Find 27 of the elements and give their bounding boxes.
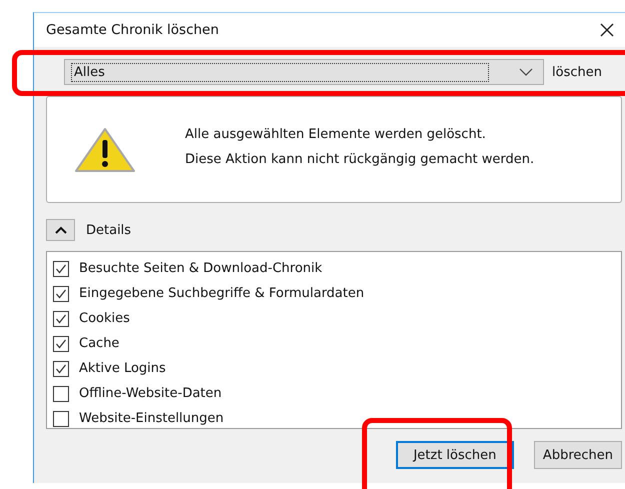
warning-text: Alle ausgewählten Elemente werden gelöscht. [185, 126, 487, 144]
warning-text: Diese Aktion kann nicht rückgängig gemacht werden. [185, 150, 536, 168]
clear-now-button[interactable]: Jetzt löschen [396, 441, 514, 469]
checkbox[interactable] [53, 310, 69, 326]
window-title: Gesamte Chronik löschen [46, 22, 219, 38]
checkbox[interactable] [53, 386, 69, 402]
checkbox-label: Cache [79, 336, 120, 351]
checkbox-label: Offline-Website-Daten [79, 386, 222, 401]
checkbox[interactable] [53, 260, 69, 276]
range-label: löschen [552, 64, 602, 80]
cancel-button[interactable]: Abbrechen [534, 441, 622, 469]
checkbox-label: Cookies [79, 311, 130, 326]
details-label: Details [86, 222, 132, 238]
checkbox-label: Besuchte Seiten & Download-Chronik [79, 261, 322, 276]
checkbox[interactable] [53, 360, 69, 376]
checkbox[interactable] [53, 336, 69, 352]
details-toggle-button[interactable] [46, 219, 75, 241]
time-range-dropdown[interactable]: Alles [64, 59, 544, 85]
checkbox-label: Website-Einstellungen [79, 411, 224, 426]
checkbox-label: Aktive Logins [79, 361, 166, 376]
warning-icon [73, 126, 137, 174]
close-icon[interactable] [600, 23, 614, 37]
checkbox[interactable] [53, 410, 69, 426]
caret-icon [519, 68, 533, 76]
checkbox[interactable] [53, 286, 69, 302]
chevron-icon [54, 226, 66, 234]
checkbox-label: Eingegebene Suchbegriffe & Formulardaten [79, 286, 364, 301]
